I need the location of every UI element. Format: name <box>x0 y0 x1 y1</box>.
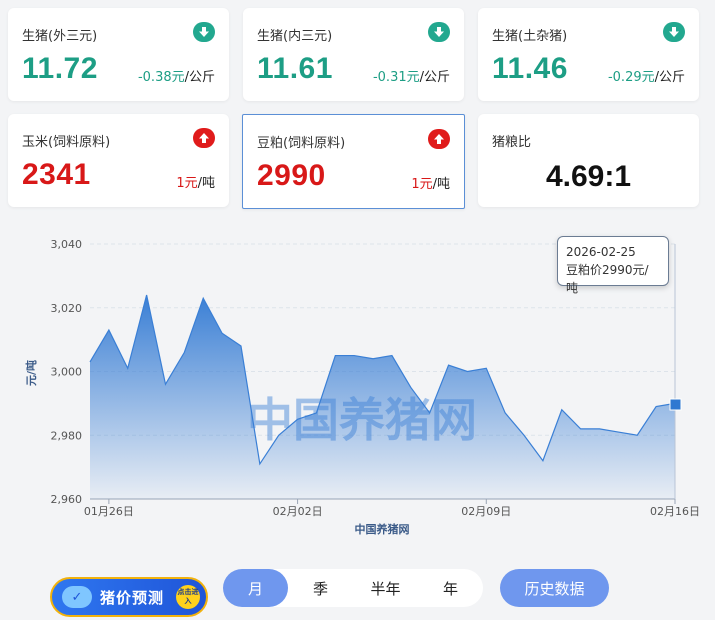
tooltip-value: 豆粕价2990元/吨 <box>566 263 649 295</box>
y-axis-label: 元/吨 <box>24 360 38 386</box>
price-card-neisanyuan[interactable]: 生猪(内三元) 11.61 -0.31元/公斤 <box>243 8 464 101</box>
x-tick-label: 02月09日 <box>461 505 511 518</box>
y-tick-label: 2,960 <box>51 493 83 506</box>
change-value: -0.29元 <box>607 70 655 85</box>
price-card-soymeal[interactable]: 豆粕(饲料原料) 2990 1元/吨 <box>242 114 465 209</box>
card-name: 生猪(内三元) <box>257 29 333 44</box>
change-unit: /吨 <box>197 176 215 191</box>
x-tick-label: 01月26日 <box>84 505 134 518</box>
card-name: 豆粕(饲料原料) <box>257 136 346 151</box>
tab-half-year[interactable]: 半年 <box>353 569 418 607</box>
card-price: 11.46 <box>492 52 568 85</box>
card-price: 2990 <box>257 159 326 192</box>
card-change: -0.38元/公斤 <box>138 66 215 85</box>
history-data-button[interactable]: 历史数据 <box>500 569 609 607</box>
tab-quarter[interactable]: 季 <box>288 569 353 607</box>
tab-month[interactable]: 月 <box>223 569 288 607</box>
change-unit: /公斤 <box>654 70 685 85</box>
cloud-icon: ✓ <box>62 586 92 608</box>
y-tick-label: 3,000 <box>51 366 83 379</box>
y-tick-label: 3,040 <box>51 238 83 251</box>
card-name: 猪粮比 <box>492 135 532 150</box>
arrow-up-icon <box>193 128 215 148</box>
card-name: 生猪(外三元) <box>22 29 98 44</box>
arrow-up-icon <box>428 129 450 149</box>
ratio-value: 4.69:1 <box>545 160 632 193</box>
y-tick-label: 2,980 <box>51 429 83 442</box>
price-card-corn[interactable]: 玉米(饲料原料) 2341 1元/吨 <box>8 114 229 207</box>
change-value: -0.31元 <box>372 70 420 85</box>
card-price: 11.61 <box>257 52 333 85</box>
pig-grain-ratio-card[interactable]: 猪粮比 4.69:1 <box>478 114 699 207</box>
card-price: 2341 <box>22 158 91 191</box>
arrow-down-icon <box>663 22 685 42</box>
card-price: 11.72 <box>22 52 98 85</box>
hover-marker <box>669 398 682 411</box>
price-forecast-button[interactable]: ✓ 猪价预测 点击进入 <box>50 577 208 617</box>
watermark-text: 中国养猪网 <box>247 393 477 447</box>
period-tabs: 月 季 半年 年 <box>223 569 483 607</box>
change-value: -0.38元 <box>137 70 185 85</box>
y-tick-label: 3,020 <box>51 302 83 315</box>
card-change: 1元/吨 <box>411 173 450 192</box>
card-change: 1元/吨 <box>176 172 215 191</box>
forecast-label: 猪价预测 <box>100 588 165 607</box>
enter-badge: 点击进入 <box>176 585 200 609</box>
tab-year[interactable]: 年 <box>418 569 483 607</box>
arrow-down-icon <box>428 22 450 42</box>
card-name: 生猪(土杂猪) <box>492 29 568 44</box>
change-unit: /公斤 <box>419 70 450 85</box>
card-change: -0.29元/公斤 <box>608 66 685 85</box>
chart-tooltip: 2026-02-25 豆粕价2990元/吨 <box>557 236 669 295</box>
x-axis-label: 中国养猪网 <box>355 522 410 536</box>
price-card-tuzazhu[interactable]: 生猪(土杂猪) 11.46 -0.29元/公斤 <box>478 8 699 101</box>
tooltip-date: 2026-02-25 <box>566 245 636 259</box>
x-tick-label: 02月16日 <box>650 505 700 518</box>
change-unit: /公斤 <box>184 70 215 85</box>
change-value: 1元 <box>176 176 198 191</box>
arrow-down-icon <box>193 22 215 42</box>
card-change: -0.31元/公斤 <box>373 66 450 85</box>
change-value: 1元 <box>411 177 433 192</box>
change-unit: /吨 <box>432 177 450 192</box>
price-card-waisanyuan[interactable]: 生猪(外三元) 11.72 -0.38元/公斤 <box>8 8 229 101</box>
x-tick-label: 02月02日 <box>273 505 323 518</box>
card-name: 玉米(饲料原料) <box>22 135 111 150</box>
